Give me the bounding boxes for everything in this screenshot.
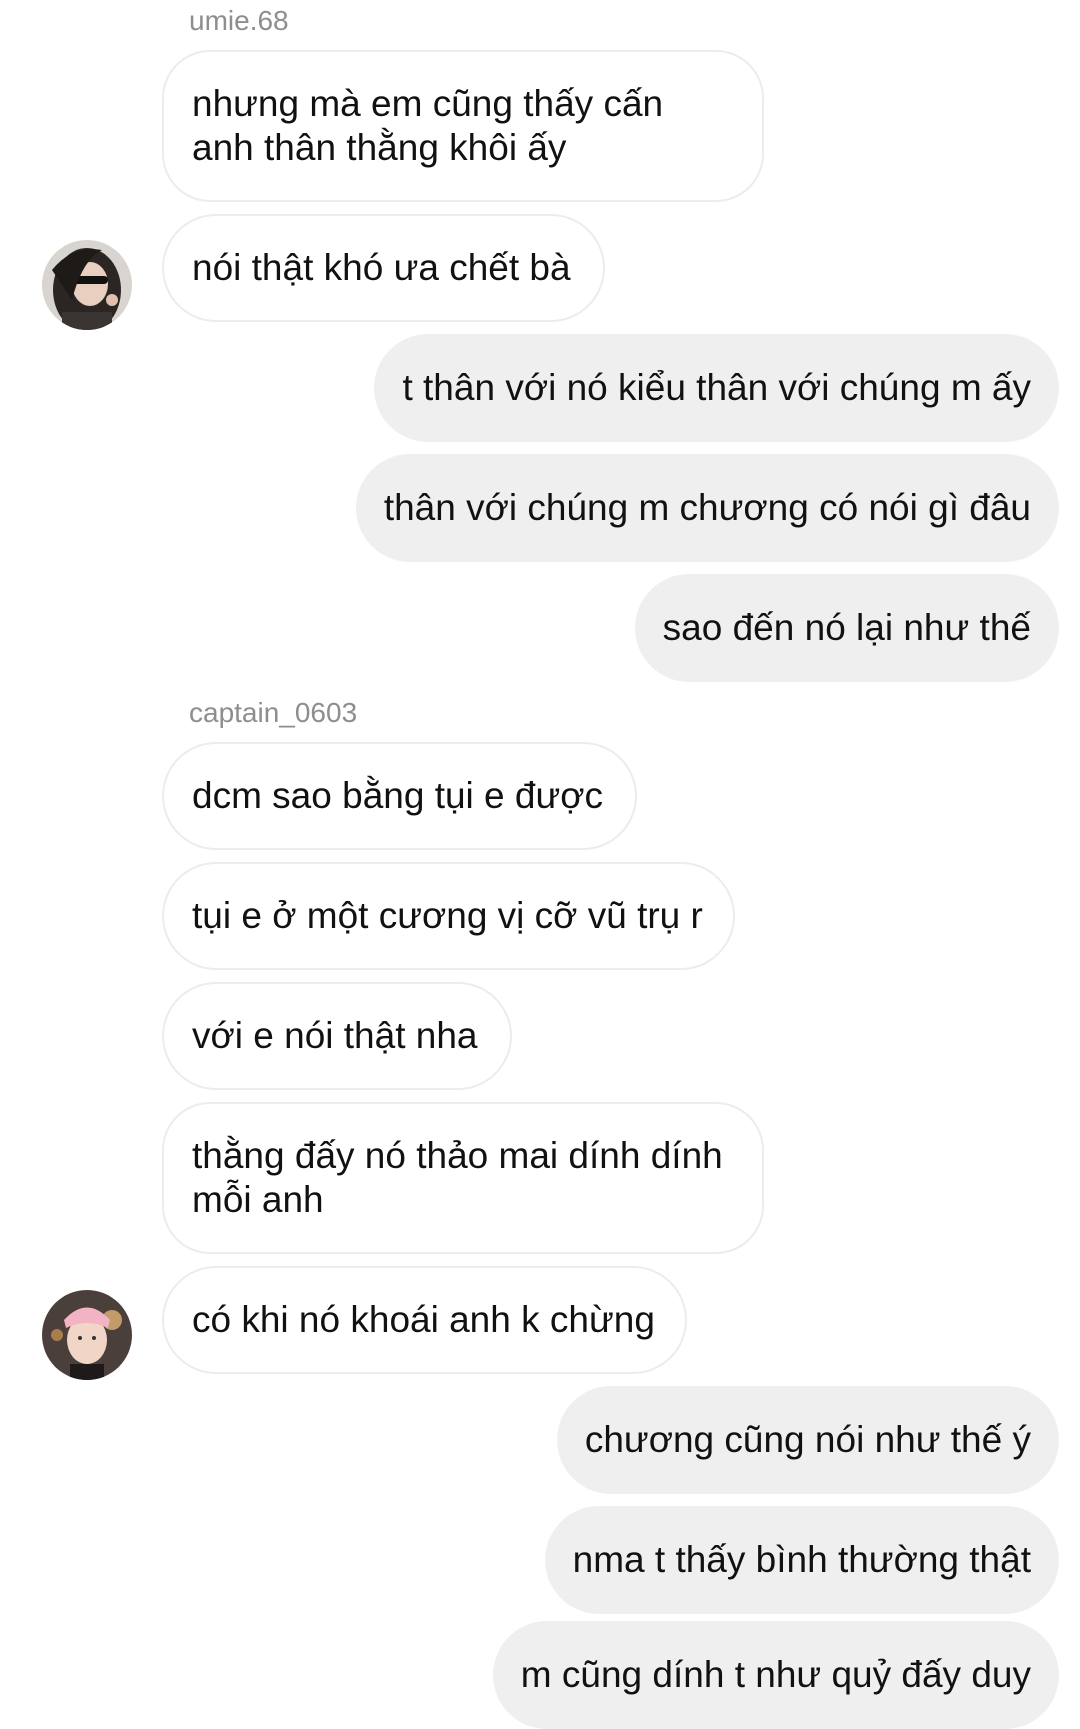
message-line: t thân với nó kiểu thân với chúng m ấy xyxy=(402,367,1031,408)
message-line: nói thật khó ưa chết bà xyxy=(192,247,571,288)
message-bubble-incoming[interactable]: có khi nó khoái anh k chừng xyxy=(162,1266,687,1374)
avatar[interactable] xyxy=(42,1290,132,1380)
message-line: nhưng mà em cũng thấy cấn anh thân thằng… xyxy=(192,83,664,168)
message-bubble-outgoing[interactable]: thân với chúng m chương có nói gì đâu xyxy=(355,454,1059,562)
message-bubble-incoming[interactable]: thằng đấy nó thảo mai dính dính mỗi anh xyxy=(162,1102,764,1254)
message-bubble-incoming[interactable]: tụi e ở một cương vị cỡ vũ trụ r xyxy=(162,862,735,970)
message-bubble-incoming[interactable]: với e nói thật nha xyxy=(162,982,512,1090)
message-line: sao đến nó lại như thế xyxy=(662,607,1031,648)
message-bubble-incoming[interactable]: nói thật khó ưa chết bà xyxy=(162,214,605,322)
message-bubble-outgoing[interactable]: sao đến nó lại như thế xyxy=(634,574,1059,682)
message-line: có khi nó khoái anh k chừng xyxy=(192,1299,655,1340)
message-bubble-outgoing[interactable]: t thân với nó kiểu thân với chúng m ấy xyxy=(374,334,1059,442)
message-line: thằng đấy nó thảo mai dính dính mỗi anh xyxy=(192,1135,723,1220)
avatar[interactable] xyxy=(42,240,132,330)
profile-photo-icon xyxy=(42,1290,132,1380)
message-bubble-outgoing[interactable]: m cũng dính t như quỷ đấy duy xyxy=(492,1621,1059,1729)
message-line: tụi e ở một cương vị cỡ vũ trụ r xyxy=(192,895,703,936)
message-line: với e nói thật nha xyxy=(192,1015,478,1056)
message-bubble-incoming[interactable]: dcm sao bằng tụi e được xyxy=(162,742,637,850)
message-line: m cũng dính t như quỷ đấy duy xyxy=(520,1654,1031,1695)
message-line: dcm sao bằng tụi e được xyxy=(192,775,604,816)
message-bubble-incoming[interactable]: nhưng mà em cũng thấy cấn anh thân thằng… xyxy=(162,50,764,202)
sender-name: umie.68 xyxy=(189,5,289,36)
message-line: thân với chúng m chương có nói gì đâu xyxy=(383,487,1031,528)
chat-thread: umie.68 nhưng mà em cũng thấy cấn anh th… xyxy=(0,0,1080,1729)
sender-name: captain_0603 xyxy=(189,697,358,728)
profile-photo-icon xyxy=(42,240,132,330)
message-bubble-outgoing[interactable]: chương cũng nói như thế ý xyxy=(556,1386,1059,1494)
message-bubble-outgoing[interactable]: nma t thấy bình thường thật xyxy=(544,1506,1059,1614)
message-line: nma t thấy bình thường thật xyxy=(572,1539,1031,1580)
message-line: chương cũng nói như thế ý xyxy=(584,1419,1031,1460)
